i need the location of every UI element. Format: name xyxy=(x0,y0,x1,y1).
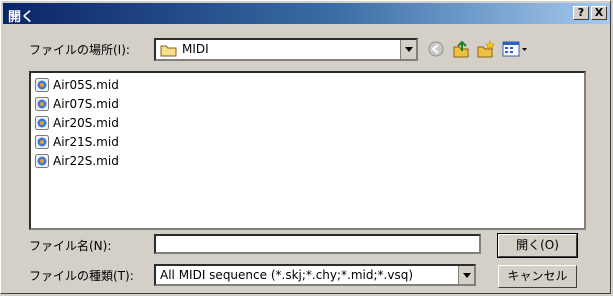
title-bar[interactable]: 開く ? X xyxy=(3,3,610,25)
midi-file-icon xyxy=(35,78,49,92)
file-name: Air05S.mid xyxy=(53,78,119,92)
filename-input[interactable] xyxy=(154,234,481,254)
filetype-value: All MIDI sequence (*.skj;*.chy;*.mid;*.v… xyxy=(160,268,414,282)
filetype-combo[interactable]: All MIDI sequence (*.skj;*.chy;*.mid;*.v… xyxy=(154,264,476,286)
chevron-down-icon[interactable] xyxy=(458,266,474,284)
chevron-down-icon[interactable] xyxy=(400,40,416,59)
file-name: Air07S.mid xyxy=(53,97,119,111)
midi-file-icon xyxy=(35,154,49,168)
new-folder-icon[interactable] xyxy=(476,39,496,59)
open-button[interactable]: 開く(O) xyxy=(497,233,578,258)
up-folder-icon[interactable] xyxy=(451,39,471,59)
file-list[interactable]: Air05S.mid Air07S.mid Air20S.mid Air21S.mid… xyxy=(29,71,586,230)
midi-file-icon xyxy=(35,97,49,111)
file-name: Air20S.mid xyxy=(53,116,119,130)
cancel-button[interactable]: キャンセル xyxy=(498,265,577,288)
filetype-label: ファイルの種類(T): xyxy=(29,269,134,283)
view-menu-icon[interactable] xyxy=(501,39,529,59)
help-button[interactable]: ? xyxy=(573,6,589,20)
look-in-combo[interactable]: MIDI xyxy=(154,38,418,61)
midi-file-icon xyxy=(35,116,49,130)
look-in-label: ファイルの場所(I): xyxy=(29,43,130,57)
file-name: Air22S.mid xyxy=(53,154,119,168)
dialog-title: 開く xyxy=(8,10,35,25)
filename-label: ファイル名(N): xyxy=(29,239,112,253)
folder-icon xyxy=(160,43,178,60)
file-name: Air21S.mid xyxy=(53,135,119,149)
back-icon[interactable] xyxy=(426,39,446,59)
look-in-value: MIDI xyxy=(182,42,209,56)
open-file-dialog: 開く ? X ファイルの場所(I): MIDI Air05S.mid Air07… xyxy=(0,0,611,294)
close-button[interactable]: X xyxy=(591,6,607,20)
midi-file-icon xyxy=(35,135,49,149)
